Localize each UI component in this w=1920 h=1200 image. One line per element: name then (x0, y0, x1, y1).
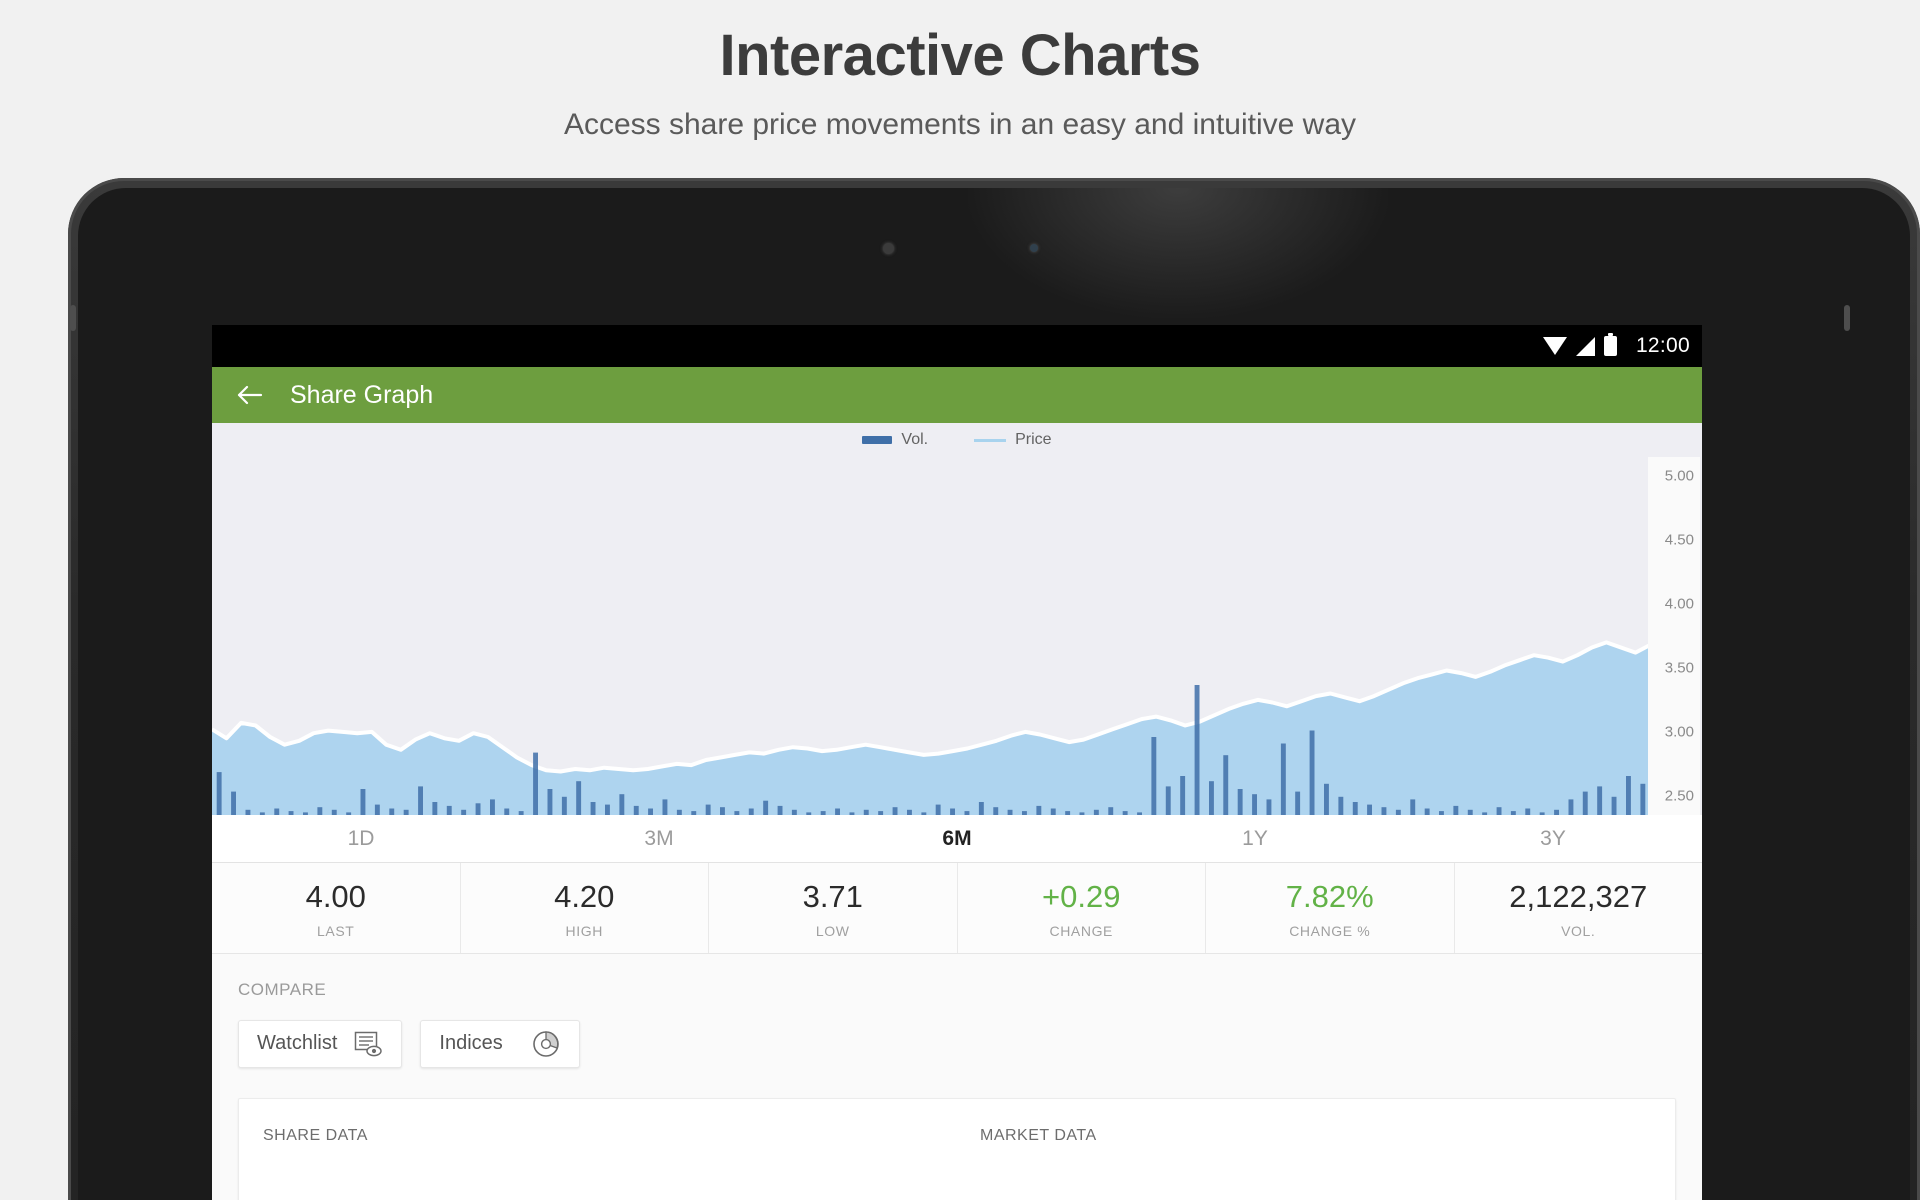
app-bar-title: Share Graph (290, 380, 434, 409)
stat-value: 7.82% (1285, 879, 1374, 914)
device-right-notch (1844, 305, 1850, 331)
stat-value: 4.00 (305, 879, 366, 914)
pie-chart-icon (531, 1029, 561, 1059)
market-data-title: MARKET DATA (980, 1126, 1097, 1144)
stat-low: 3.71 LOW (709, 863, 958, 953)
back-arrow-icon[interactable] (234, 380, 264, 410)
status-bar: 12:00 (212, 325, 1702, 367)
share-data-title: SHARE DATA (263, 1126, 368, 1144)
stat-value: 4.20 (554, 879, 615, 914)
watchlist-button-label: Watchlist (257, 1032, 338, 1055)
share-data-column: SHARE DATA (239, 1127, 958, 1145)
chart-svg (212, 640, 1651, 815)
price-swatch-icon (974, 438, 1007, 442)
legend-label-price: Price (1015, 431, 1052, 448)
compare-buttons: Watchlist Indices (238, 1019, 1676, 1068)
promo-page: Interactive Charts Access share price mo… (0, 0, 1920, 1200)
light-sensor-icon (1030, 244, 1038, 252)
stat-label: VOL. (1561, 922, 1596, 939)
stat-label: CHANGE (1049, 922, 1113, 939)
page-subtitle: Access share price movements in an easy … (563, 108, 1357, 141)
quote-stats-row: 4.00 LAST 4.20 HIGH 3.71 LOW +0.29 CHANGE 7.82% C… (212, 863, 1702, 954)
front-camera-icon (883, 243, 894, 254)
stat-change: +0.29 CHANGE (958, 863, 1206, 953)
data-card: SHARE DATA MARKET DATA (238, 1097, 1676, 1200)
stat-value: +0.29 (1042, 879, 1121, 914)
stat-change: 7.82% CHANGE % (1206, 863, 1455, 953)
share-graph-chart[interactable]: Vol. Price 2.50 3.00 3.50 4.00 4.50 5.00 (212, 423, 1702, 815)
page-title: Interactive Charts (719, 23, 1201, 88)
legend-item-volume: Vol. (862, 431, 928, 449)
market-data-column: MARKET DATA (958, 1127, 1675, 1145)
range-tab-3m[interactable]: 3M (510, 815, 808, 862)
tablet-screen: 12:00 Share Graph Vol. Price 2.50 3.00 3… (212, 325, 1702, 1200)
range-tab-1y[interactable]: 1Y (1106, 815, 1404, 862)
range-tab-3y[interactable]: 3Y (1404, 815, 1702, 862)
stat-vol: 2,122,327 VOL. (1455, 863, 1703, 953)
range-tab-1d[interactable]: 1D (212, 815, 510, 862)
volume-swatch-icon (862, 436, 893, 444)
range-tabs[interactable]: 1D 3M 6M 1Y 3Y (212, 815, 1702, 863)
stat-last: 4.00 LAST (212, 863, 461, 953)
compare-label: COMPARE (238, 979, 327, 999)
stat-label: LAST (317, 922, 355, 939)
legend-label-volume: Vol. (901, 431, 929, 448)
indices-button-label: Indices (439, 1032, 503, 1055)
stat-label: CHANGE % (1289, 922, 1371, 939)
app-bar: Share Graph (212, 367, 1702, 423)
stat-label: LOW (815, 922, 850, 939)
indices-button[interactable]: Indices (420, 1019, 581, 1068)
device-top-glow (968, 188, 1388, 318)
battery-icon (1603, 333, 1617, 356)
stat-label: HIGH (565, 922, 603, 939)
watchlist-eye-icon (353, 1029, 383, 1059)
status-bar-clock: 12:00 (1635, 334, 1690, 357)
stat-value: 3.71 (802, 879, 863, 914)
device-left-notch (70, 305, 76, 331)
range-tab-6m[interactable]: 6M (808, 815, 1106, 862)
legend-item-price: Price (974, 431, 1052, 449)
stat-high: 4.20 HIGH (461, 863, 709, 953)
watchlist-button[interactable]: Watchlist (238, 1019, 403, 1068)
chart-plot-area[interactable] (212, 457, 1702, 815)
chart-legend: Vol. Price (212, 431, 1702, 449)
wifi-icon (1542, 337, 1567, 355)
signal-icon (1575, 336, 1595, 356)
compare-section: COMPARE Watchlist Indices (212, 953, 1702, 1068)
stat-value: 2,122,327 (1509, 879, 1648, 914)
